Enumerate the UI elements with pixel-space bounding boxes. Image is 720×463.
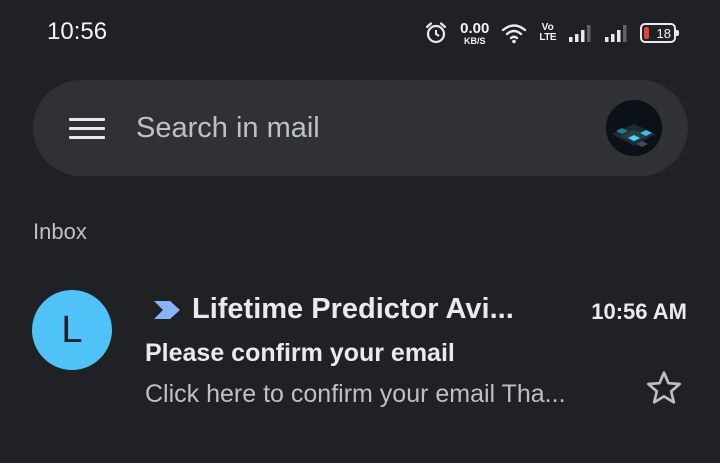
volte-bottom-label: LTE xyxy=(539,32,556,43)
alarm-icon xyxy=(424,21,448,45)
network-speed-value: 0.00 xyxy=(460,19,490,37)
signal-icon xyxy=(568,23,592,43)
email-time: 10:56 AM xyxy=(591,299,687,324)
network-speed: 0.00 KB/S xyxy=(460,21,489,46)
battery-level: 18 xyxy=(656,25,671,41)
importance-marker-icon[interactable] xyxy=(152,299,182,326)
email-snippet: Click here to confirm your email Tha... xyxy=(145,380,566,408)
battery-icon: 18 xyxy=(640,23,679,43)
network-speed-unit: KB/S xyxy=(463,35,486,46)
status-time: 10:56 xyxy=(47,18,108,45)
status-icons: 0.00 KB/S Vo LTE 18 xyxy=(424,18,679,48)
email-sender: Lifetime Predictor Avi... xyxy=(192,293,514,325)
account-avatar[interactable] xyxy=(606,100,662,156)
email-row[interactable]: L Lifetime Predictor Avi... 10:56 AM Ple… xyxy=(0,276,720,416)
star-icon[interactable] xyxy=(644,368,684,413)
signal-icon-secondary xyxy=(604,23,628,43)
sender-avatar[interactable]: L xyxy=(32,290,112,370)
volte-indicator: Vo LTE xyxy=(539,23,556,43)
wifi-icon xyxy=(501,22,527,44)
search-bar[interactable] xyxy=(33,80,688,176)
gmail-screen: 10:56 0.00 KB/S Vo LTE 18 Search in mail… xyxy=(0,0,720,463)
menu-icon[interactable] xyxy=(69,116,105,140)
inbox-label: Inbox xyxy=(33,219,87,244)
email-subject: Please confirm your email xyxy=(145,339,455,367)
search-input[interactable] xyxy=(136,104,576,152)
status-bar: 10:56 0.00 KB/S Vo LTE 18 xyxy=(0,0,720,66)
